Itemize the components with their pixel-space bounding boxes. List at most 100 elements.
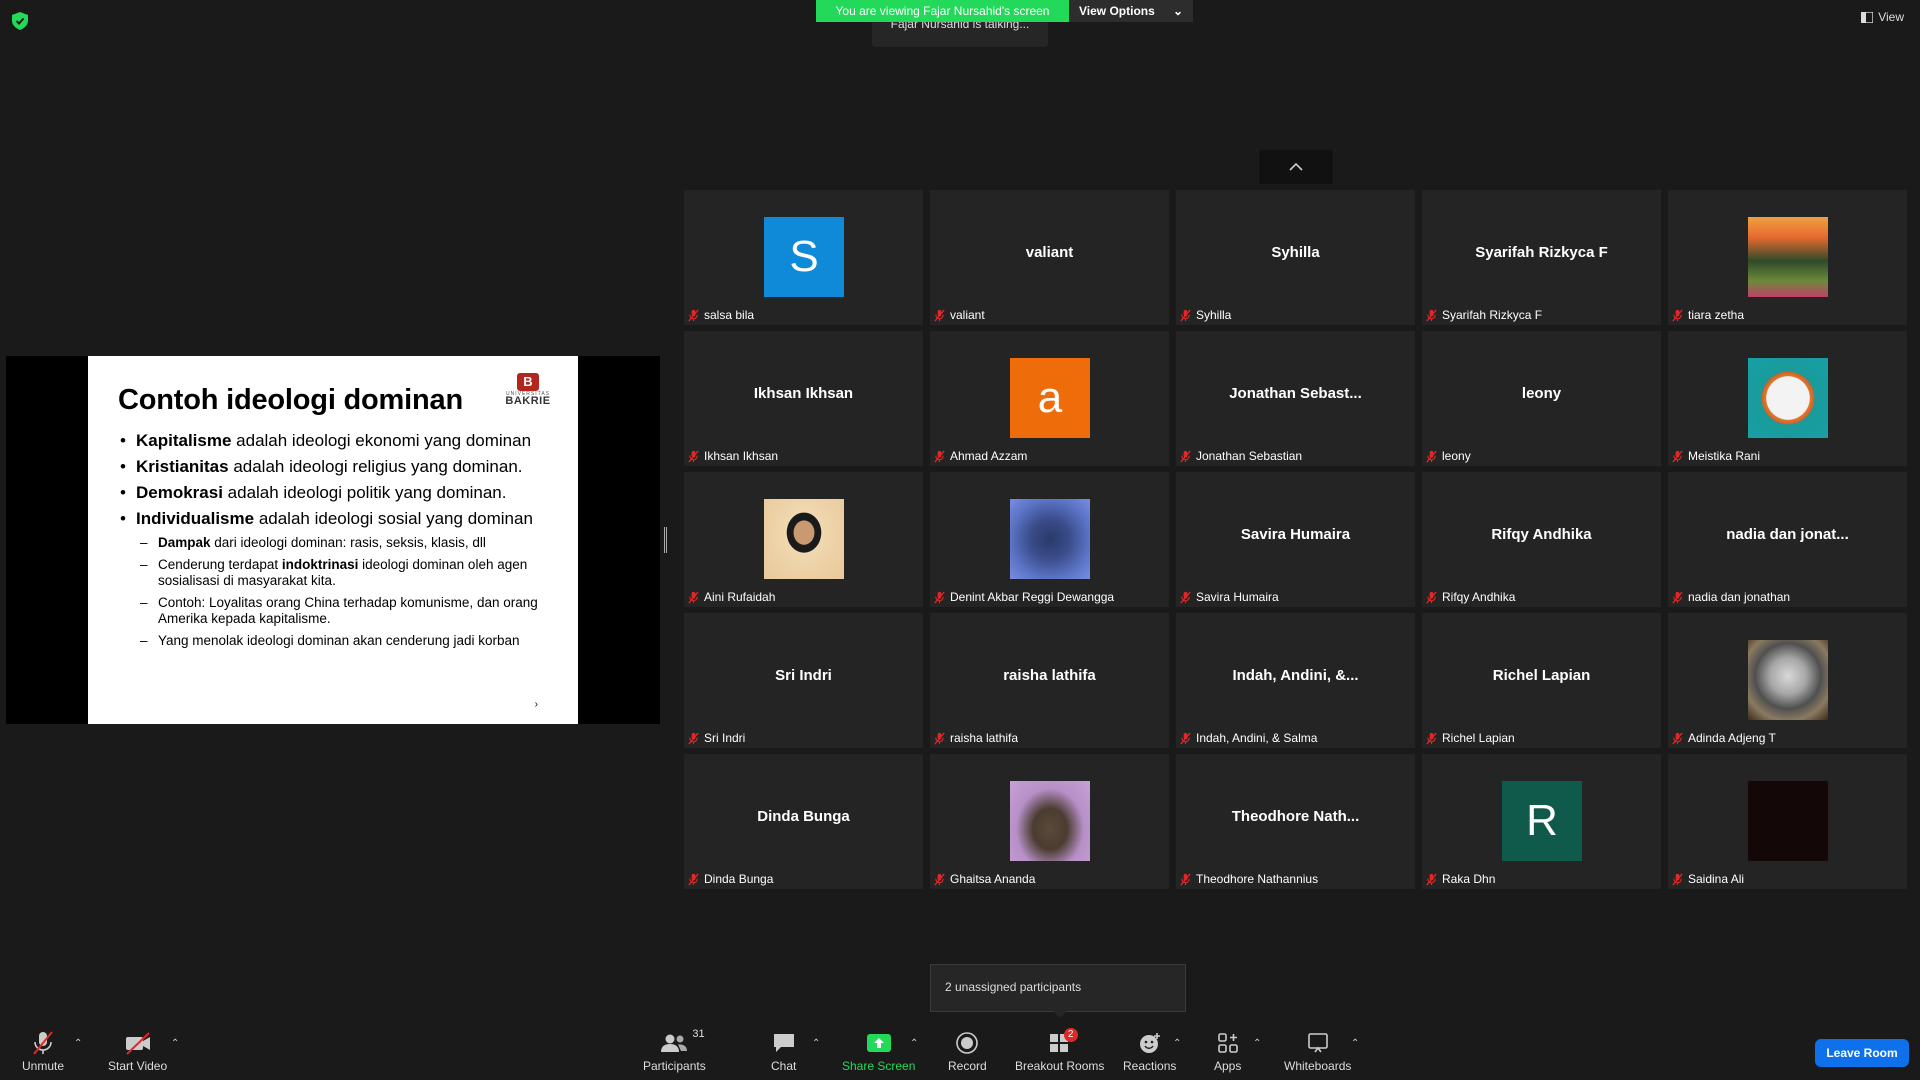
reactions-options-caret-icon[interactable]: ⌃ xyxy=(1173,1038,1181,1049)
participant-tile[interactable]: tiara zetha xyxy=(1668,190,1907,325)
participant-tile[interactable]: Rifqy Andhika Rifqy Andhika xyxy=(1422,472,1661,607)
participant-tile[interactable]: Theodhore Nath... Theodhore Nathannius xyxy=(1176,754,1415,889)
participant-tile[interactable]: Ghaitsa Ananda xyxy=(930,754,1169,889)
participant-tile[interactable]: Ssalsa bila xyxy=(684,190,923,325)
participant-display-name: Syarifah Rizkyca F xyxy=(1475,244,1608,261)
chevron-up-icon xyxy=(1289,163,1303,171)
participant-tile[interactable]: Adinda Adjeng T xyxy=(1668,613,1907,748)
record-button[interactable]: Record xyxy=(948,1030,987,1073)
participant-tile[interactable]: Richel Lapian Richel Lapian xyxy=(1422,613,1661,748)
participant-name: valiant xyxy=(950,308,985,322)
share-options-caret-icon[interactable]: ⌃ xyxy=(910,1038,918,1049)
unassigned-participants-tooltip[interactable]: 2 unassigned participants xyxy=(930,964,1186,1018)
participant-tile[interactable]: Ikhsan Ikhsan Ikhsan Ikhsan xyxy=(684,331,923,466)
presentation-slide: Contoh ideologi dominan B UNIVERSITAS BA… xyxy=(88,356,578,724)
muted-microphone-icon xyxy=(934,591,945,603)
slide-title: Contoh ideologi dominan xyxy=(118,384,463,416)
whiteboards-label: Whiteboards xyxy=(1284,1059,1352,1073)
participant-tile[interactable]: Syhilla Syhilla xyxy=(1176,190,1415,325)
leave-room-button[interactable]: Leave Room xyxy=(1815,1039,1909,1067)
reactions-button[interactable]: Reactions xyxy=(1123,1030,1176,1073)
video-options-caret-icon[interactable]: ⌃ xyxy=(171,1038,179,1049)
participant-tile[interactable]: Indah, Andini, &... Indah, Andini, & Salm… xyxy=(1176,613,1415,748)
participant-name: Ikhsan Ikhsan xyxy=(704,449,779,463)
slide-sub-list: Dampak dari ideologi dominan: rasis, sek… xyxy=(136,535,550,649)
participant-name-label: Ghaitsa Ananda xyxy=(933,870,1039,888)
participant-name-label: Richel Lapian xyxy=(1425,729,1519,747)
unmute-label: Unmute xyxy=(22,1059,65,1073)
participant-tile[interactable]: raisha lathifa raisha lathifa xyxy=(930,613,1169,748)
participant-display-name: nadia dan jonat... xyxy=(1726,526,1849,543)
chat-options-caret-icon[interactable]: ⌃ xyxy=(812,1038,820,1049)
participant-name-label: leony xyxy=(1425,447,1475,465)
participant-name-label: Jonathan Sebastian xyxy=(1179,447,1306,465)
avatar-letter: S xyxy=(764,217,844,297)
participant-name-label: nadia dan jonathan xyxy=(1671,588,1794,606)
participant-tile[interactable]: Syarifah Rizkyca F Syarifah Rizkyca F xyxy=(1422,190,1661,325)
participants-icon: 31 xyxy=(660,1028,705,1056)
apps-options-caret-icon[interactable]: ⌃ xyxy=(1253,1038,1261,1049)
participant-tile[interactable]: valiant valiant xyxy=(930,190,1169,325)
breakout-rooms-icon: 2 xyxy=(1048,1028,1078,1056)
participant-name: Jonathan Sebastian xyxy=(1196,449,1303,463)
participant-name: Saidina Ali xyxy=(1688,872,1745,886)
participant-tile[interactable]: Jonathan Sebast... Jonathan Sebastian xyxy=(1176,331,1415,466)
start-video-label: Start Video xyxy=(108,1059,168,1073)
participant-display-name: Richel Lapian xyxy=(1492,667,1591,684)
participant-name-label: Raka Dhn xyxy=(1425,870,1499,888)
participant-name: raisha lathifa xyxy=(950,731,1019,745)
participant-gallery: Ssalsa bila valiant valiant Syhilla Syhilla S… xyxy=(684,190,1910,889)
participant-name-label: Denint Akbar Reggi Dewangga xyxy=(933,588,1118,606)
encryption-shield-icon[interactable] xyxy=(12,12,28,30)
collapse-gallery-button[interactable] xyxy=(1259,150,1333,184)
participant-name: Savira Humaira xyxy=(1196,590,1279,604)
participant-tile[interactable]: Aini Rufaidah xyxy=(684,472,923,607)
participant-name-label: Syarifah Rizkyca F xyxy=(1425,306,1546,324)
breakout-badge: 2 xyxy=(1063,1028,1078,1042)
start-video-button[interactable]: Start Video xyxy=(108,1030,167,1073)
share-screen-arrow-icon xyxy=(866,1030,892,1056)
chat-bubble-icon xyxy=(772,1030,796,1056)
whiteboards-options-caret-icon[interactable]: ⌃ xyxy=(1351,1038,1359,1049)
muted-microphone-icon xyxy=(1672,732,1683,744)
participant-tile[interactable]: leony leony xyxy=(1422,331,1661,466)
participant-tile[interactable]: Saidina Ali xyxy=(1668,754,1907,889)
participant-name-label: Ahmad Azzam xyxy=(933,447,1031,465)
muted-microphone-icon xyxy=(688,450,699,462)
unmute-button[interactable]: Unmute xyxy=(22,1030,64,1073)
participant-tile[interactable]: Denint Akbar Reggi Dewangga xyxy=(930,472,1169,607)
participant-tile[interactable]: Savira Humaira Savira Humaira xyxy=(1176,472,1415,607)
share-screen-button[interactable]: Share Screen xyxy=(842,1030,915,1073)
apps-button[interactable]: Apps xyxy=(1214,1030,1241,1073)
chat-button[interactable]: Chat xyxy=(771,1030,796,1073)
participants-button[interactable]: 31 Participants xyxy=(643,1028,706,1073)
university-logo: B UNIVERSITAS BAKRIE xyxy=(504,373,552,407)
whiteboards-button[interactable]: Whiteboards xyxy=(1284,1030,1351,1073)
profile-photo xyxy=(1748,640,1828,720)
share-screen-label: Share Screen xyxy=(842,1059,916,1073)
participant-tile[interactable]: Meistika Rani xyxy=(1668,331,1907,466)
participant-display-name: valiant xyxy=(1025,244,1074,261)
view-layout-button[interactable]: View xyxy=(1861,10,1904,24)
participant-tile[interactable]: Dinda Bunga Dinda Bunga xyxy=(684,754,923,889)
participant-tile[interactable]: R Raka Dhn xyxy=(1422,754,1661,889)
profile-photo xyxy=(1010,781,1090,861)
split-resize-handle[interactable] xyxy=(664,527,667,553)
participant-display-name: Rifqy Andhika xyxy=(1491,526,1592,543)
participant-name-label: raisha lathifa xyxy=(933,729,1022,747)
participant-name: Ahmad Azzam xyxy=(950,449,1028,463)
participant-name: Indah, Andini, & Salma xyxy=(1196,731,1318,745)
breakout-rooms-button[interactable]: 2 Breakout Rooms xyxy=(1015,1028,1104,1073)
participant-tile[interactable]: Sri Indri Sri Indri xyxy=(684,613,923,748)
participant-name-label: Rifqy Andhika xyxy=(1425,588,1519,606)
participant-name: leony xyxy=(1442,449,1471,463)
apps-label: Apps xyxy=(1214,1059,1242,1073)
participant-name-label: Adinda Adjeng T xyxy=(1671,729,1780,747)
slide-bullet: Kapitalisme adalah ideologi ekonomi yang… xyxy=(118,431,550,451)
audio-options-caret-icon[interactable]: ⌃ xyxy=(74,1038,82,1049)
muted-microphone-icon xyxy=(1180,732,1191,744)
grid-view-icon xyxy=(1861,11,1874,23)
participant-tile[interactable]: a Ahmad Azzam xyxy=(930,331,1169,466)
view-options-dropdown[interactable]: View Options ⌄ xyxy=(1069,0,1193,22)
participant-tile[interactable]: nadia dan jonat... nadia dan jonathan xyxy=(1668,472,1907,607)
